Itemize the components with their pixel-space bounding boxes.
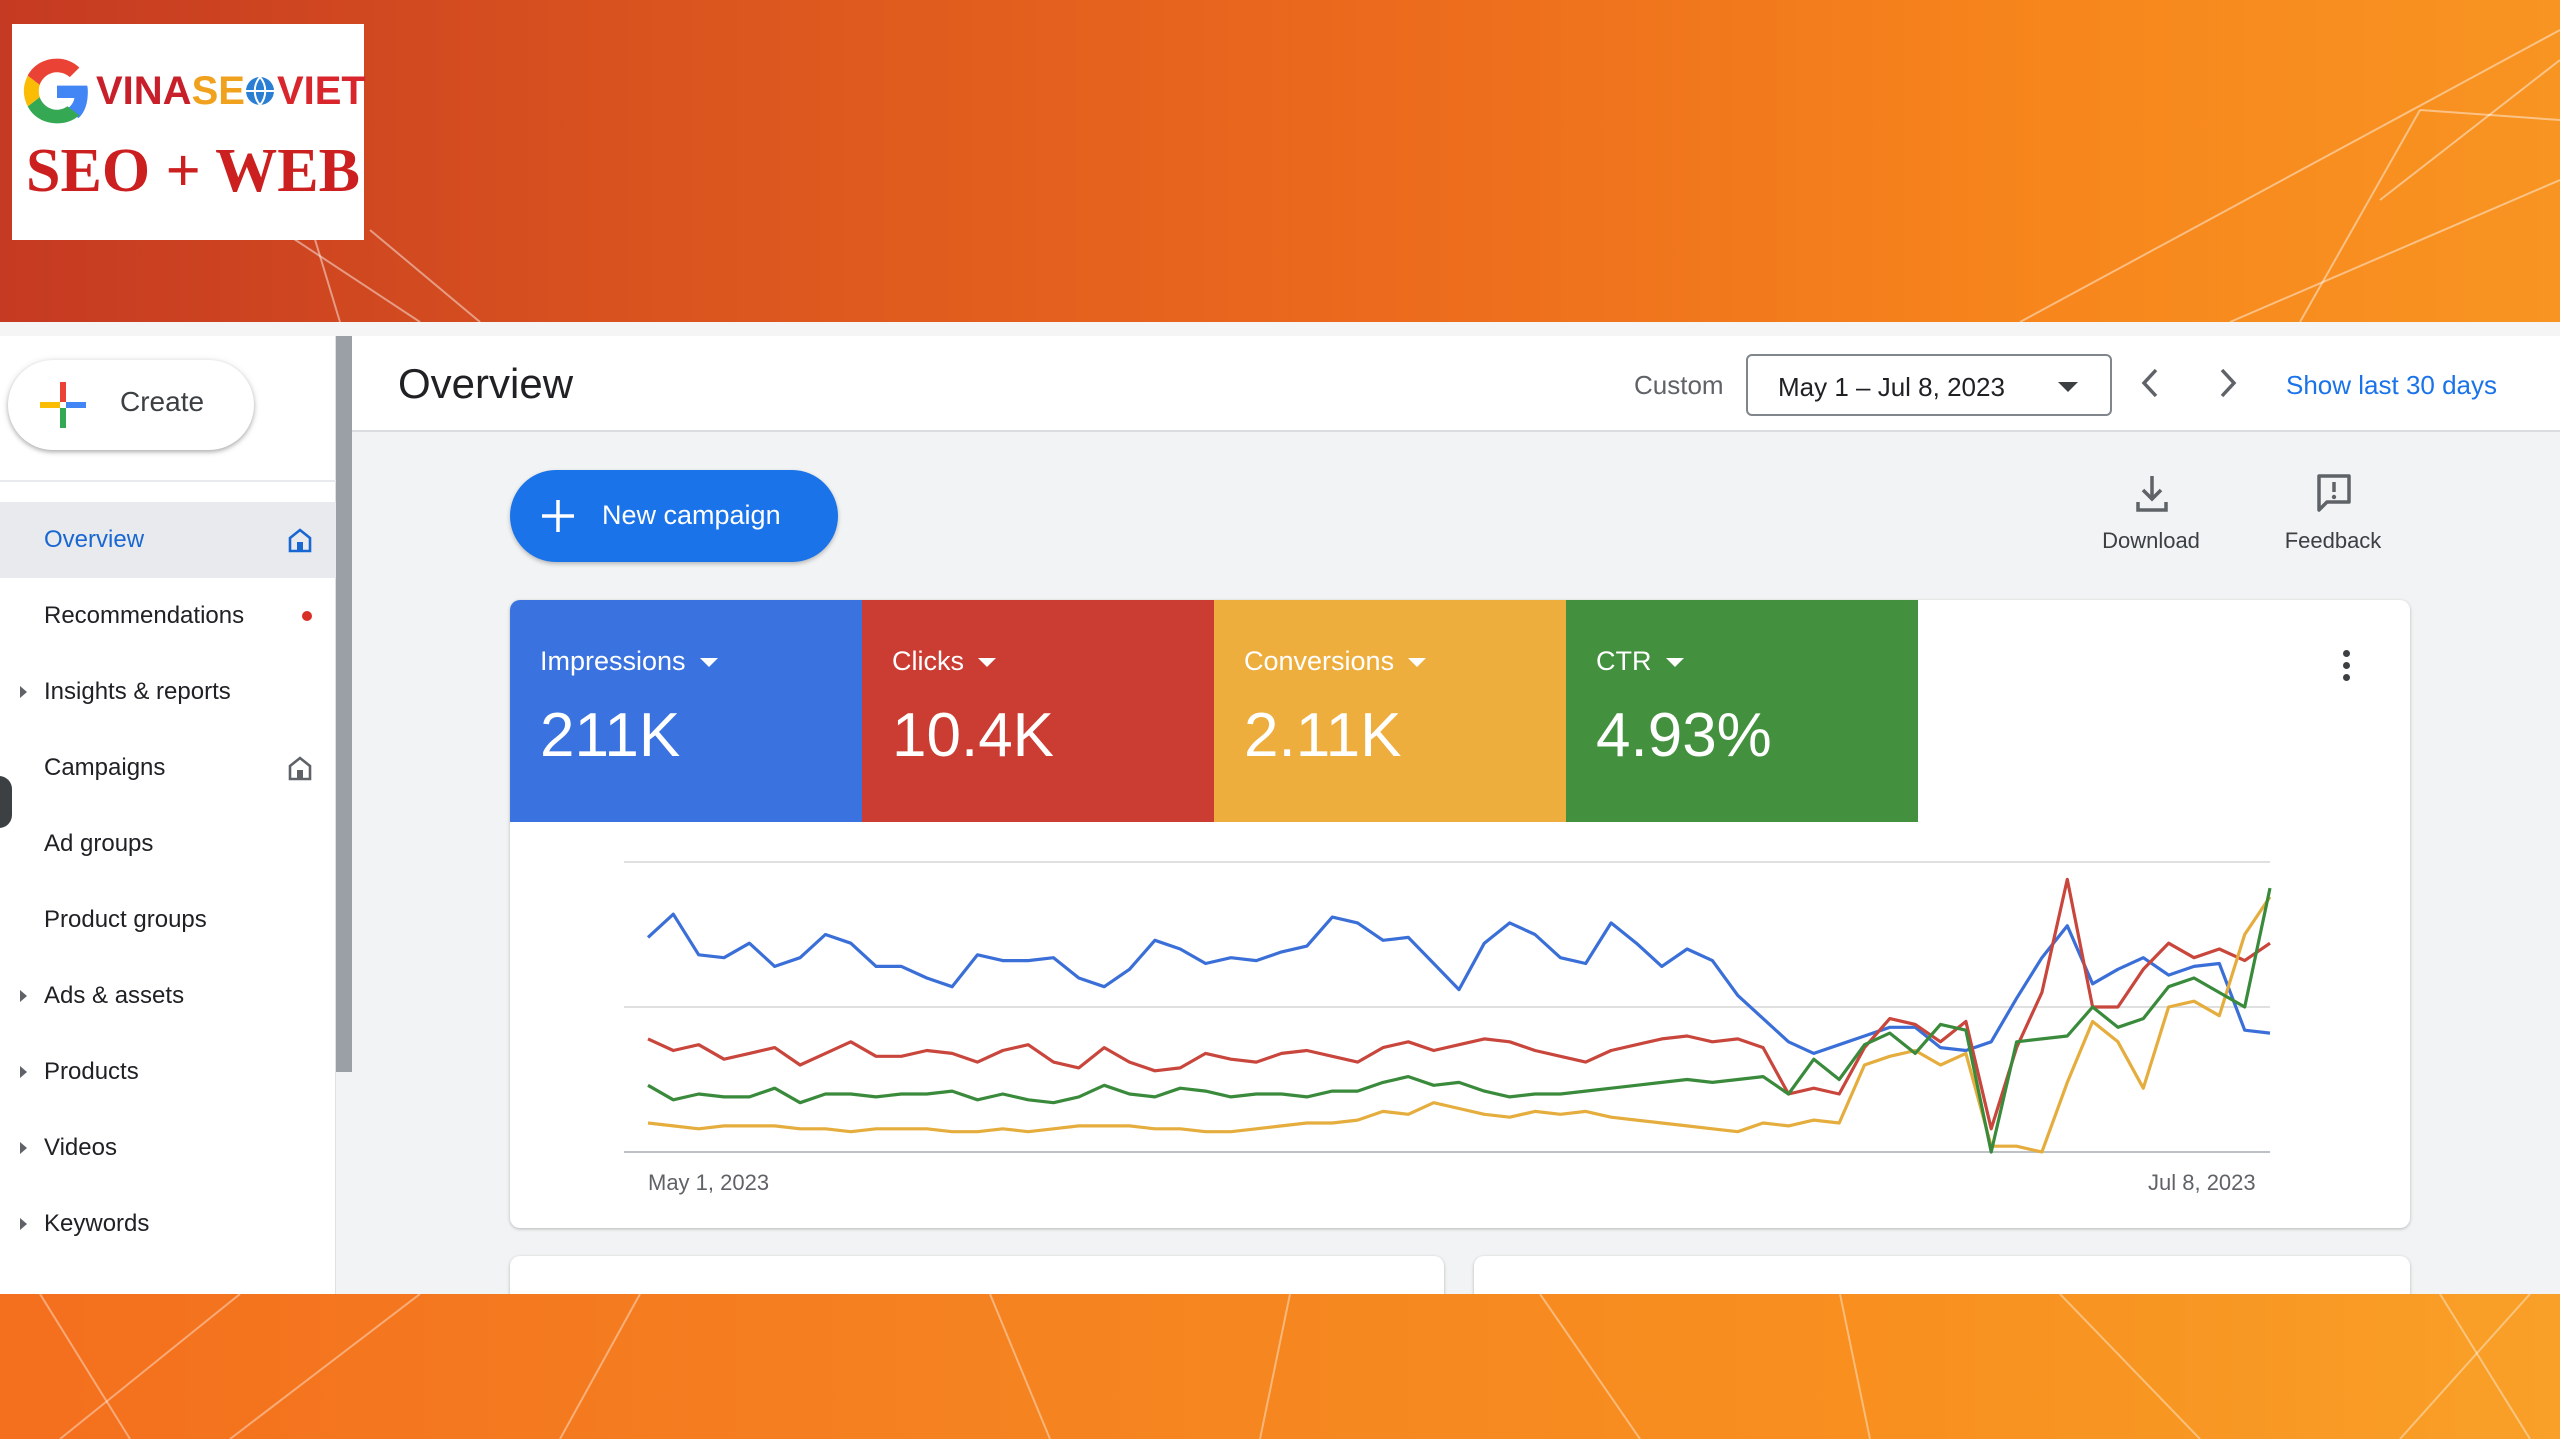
logo-wordmark-row: VINA SE VIET: [20, 46, 366, 136]
sidebar-item-ads-assets[interactable]: Ads & assets: [0, 958, 336, 1034]
range-mode-label: Custom: [1634, 370, 1724, 400]
x-axis-start-label: May 1, 2023: [648, 1170, 770, 1195]
banner-line-pattern: [249, 29, 2560, 322]
sidebar-item-campaigns[interactable]: Campaigns: [0, 730, 336, 806]
sidebar-item-insights-reports[interactable]: Insights & reports: [0, 654, 336, 730]
new-campaign-label: New campaign: [602, 500, 781, 530]
dropdown-caret-icon: [1408, 658, 1427, 668]
dropdown-caret-icon: [699, 658, 718, 668]
secondary-card-left: [510, 1256, 1444, 1294]
sidebar-item-videos[interactable]: Videos: [0, 1110, 336, 1186]
sidebar-item-label: Videos: [44, 1134, 117, 1161]
next-period-icon[interactable]: [2202, 358, 2252, 408]
logo-brand-name: VINA SE VIET: [96, 69, 366, 114]
metric-name: Clicks: [892, 646, 996, 677]
metric-name: CTR: [1596, 646, 1684, 677]
create-label: Create: [120, 386, 205, 417]
sidebar-item-products[interactable]: Products: [0, 1034, 336, 1110]
logo-brand-part: VINA: [96, 68, 192, 113]
line-chart: [624, 861, 2272, 1154]
date-range-value: May 1 – Jul 8, 2023: [1778, 372, 2005, 402]
metric-name: Impressions: [540, 646, 718, 677]
dropdown-caret-icon: [978, 658, 996, 668]
sidebar-item-label: Insights & reports: [44, 678, 231, 705]
google-ads-window: Create Overview Recommendations Insights…: [0, 322, 2560, 1294]
more-options-icon[interactable]: [2340, 650, 2352, 686]
metric-name: Conversions: [1244, 646, 1427, 677]
sidebar-nav: Overview Recommendations Insights & repo…: [0, 502, 336, 1262]
plus-icon: [542, 500, 574, 532]
logo-brand-part: SE: [191, 68, 245, 113]
sidebar-item-label: Keywords: [44, 1210, 150, 1237]
logo-brand-part: VIET: [276, 68, 366, 113]
sidebar-item-label: Product groups: [44, 906, 207, 933]
sidebar-item-recommendations[interactable]: Recommendations: [0, 578, 336, 654]
download-button[interactable]: Download: [2081, 472, 2221, 562]
dropdown-caret-icon: [2058, 382, 2078, 392]
banner-background-top: [0, 0, 2560, 322]
expand-caret-icon: [20, 1066, 27, 1078]
metric-tile-impressions[interactable]: Impressions 211K: [510, 600, 862, 822]
x-axis-end-label: Jul 8, 2023: [2148, 1170, 2256, 1195]
sidebar-item-keywords[interactable]: Keywords: [0, 1186, 336, 1262]
performance-card: Impressions 211K Clicks 10.4K Conversion…: [510, 600, 2410, 1228]
series-line-impressions: [646, 912, 2271, 1055]
metric-tile-conversions[interactable]: Conversions 2.11K: [1214, 600, 1566, 822]
sidebar-scrollbar[interactable]: [336, 336, 352, 1072]
dropdown-caret-icon: [1665, 658, 1684, 668]
expand-caret-icon: [20, 1218, 27, 1230]
feedback-label: Feedback: [2284, 528, 2382, 553]
show-last-30-days-link[interactable]: Show last 30 days: [2286, 370, 2497, 401]
home-icon: [288, 528, 312, 553]
series-line-ctr: [647, 887, 2272, 1154]
colored-plus-icon: [40, 382, 86, 428]
banner-background-bottom: [0, 1294, 2560, 1439]
sidebar: Create Overview Recommendations Insights…: [0, 336, 336, 1294]
expand-caret-icon: [20, 1142, 27, 1154]
download-icon: [2136, 476, 2168, 512]
sidebar-item-label: Products: [44, 1058, 139, 1085]
logo-tagline: SEO + WEB: [26, 137, 360, 205]
metric-tile-ctr[interactable]: CTR 4.93%: [1566, 600, 1918, 822]
brand-logo: VINA SE VIET SEO + WEB: [12, 24, 366, 240]
metric-value: 2.11K: [1244, 701, 1402, 770]
sidebar-item-label: Overview: [44, 526, 145, 553]
sidebar-item-label: Recommendations: [44, 602, 245, 629]
metric-value: 10.4K: [892, 701, 1055, 770]
secondary-card-right: [1474, 1256, 2410, 1294]
previous-period-icon[interactable]: [2126, 358, 2176, 408]
sidebar-item-label: Campaigns: [44, 754, 166, 781]
metric-tile-clicks[interactable]: Clicks 10.4K: [862, 600, 1214, 822]
app-top-strip: [0, 322, 2560, 336]
performance-chart: May 1, 2023 Jul 8, 2023: [510, 822, 2410, 1228]
feedback-icon: [2317, 474, 2351, 512]
sidebar-item-label: Ads & assets: [44, 982, 185, 1009]
date-range-dropdown[interactable]: May 1 – Jul 8, 2023: [1746, 354, 2112, 416]
notification-dot: [302, 611, 312, 621]
page-title: Overview: [398, 360, 574, 407]
home-icon: [288, 756, 312, 781]
download-label: Download: [2102, 528, 2200, 553]
sidebar-item-product-groups[interactable]: Product groups: [0, 882, 336, 958]
sidebar-item-label: Ad groups: [44, 830, 154, 857]
create-button[interactable]: Create: [8, 360, 254, 450]
sidebar-item-overview[interactable]: Overview: [0, 502, 336, 578]
expand-caret-icon: [20, 686, 27, 698]
page-header: Overview Custom May 1 – Jul 8, 2023 Show…: [352, 336, 2560, 432]
expand-caret-icon: [20, 990, 27, 1002]
sidebar-item-ad-groups[interactable]: Ad groups: [0, 806, 336, 882]
metric-value: 4.93%: [1596, 701, 1772, 770]
series-line-clicks: [647, 877, 2271, 1131]
google-g-icon: [23, 58, 88, 124]
sidebar-divider: [0, 480, 336, 482]
feedback-button[interactable]: Feedback: [2263, 472, 2403, 562]
banner-line-pattern: [39, 1294, 2531, 1439]
globe-icon: [243, 73, 277, 107]
metric-value: 211K: [540, 701, 681, 770]
new-campaign-button[interactable]: New campaign: [510, 470, 838, 562]
